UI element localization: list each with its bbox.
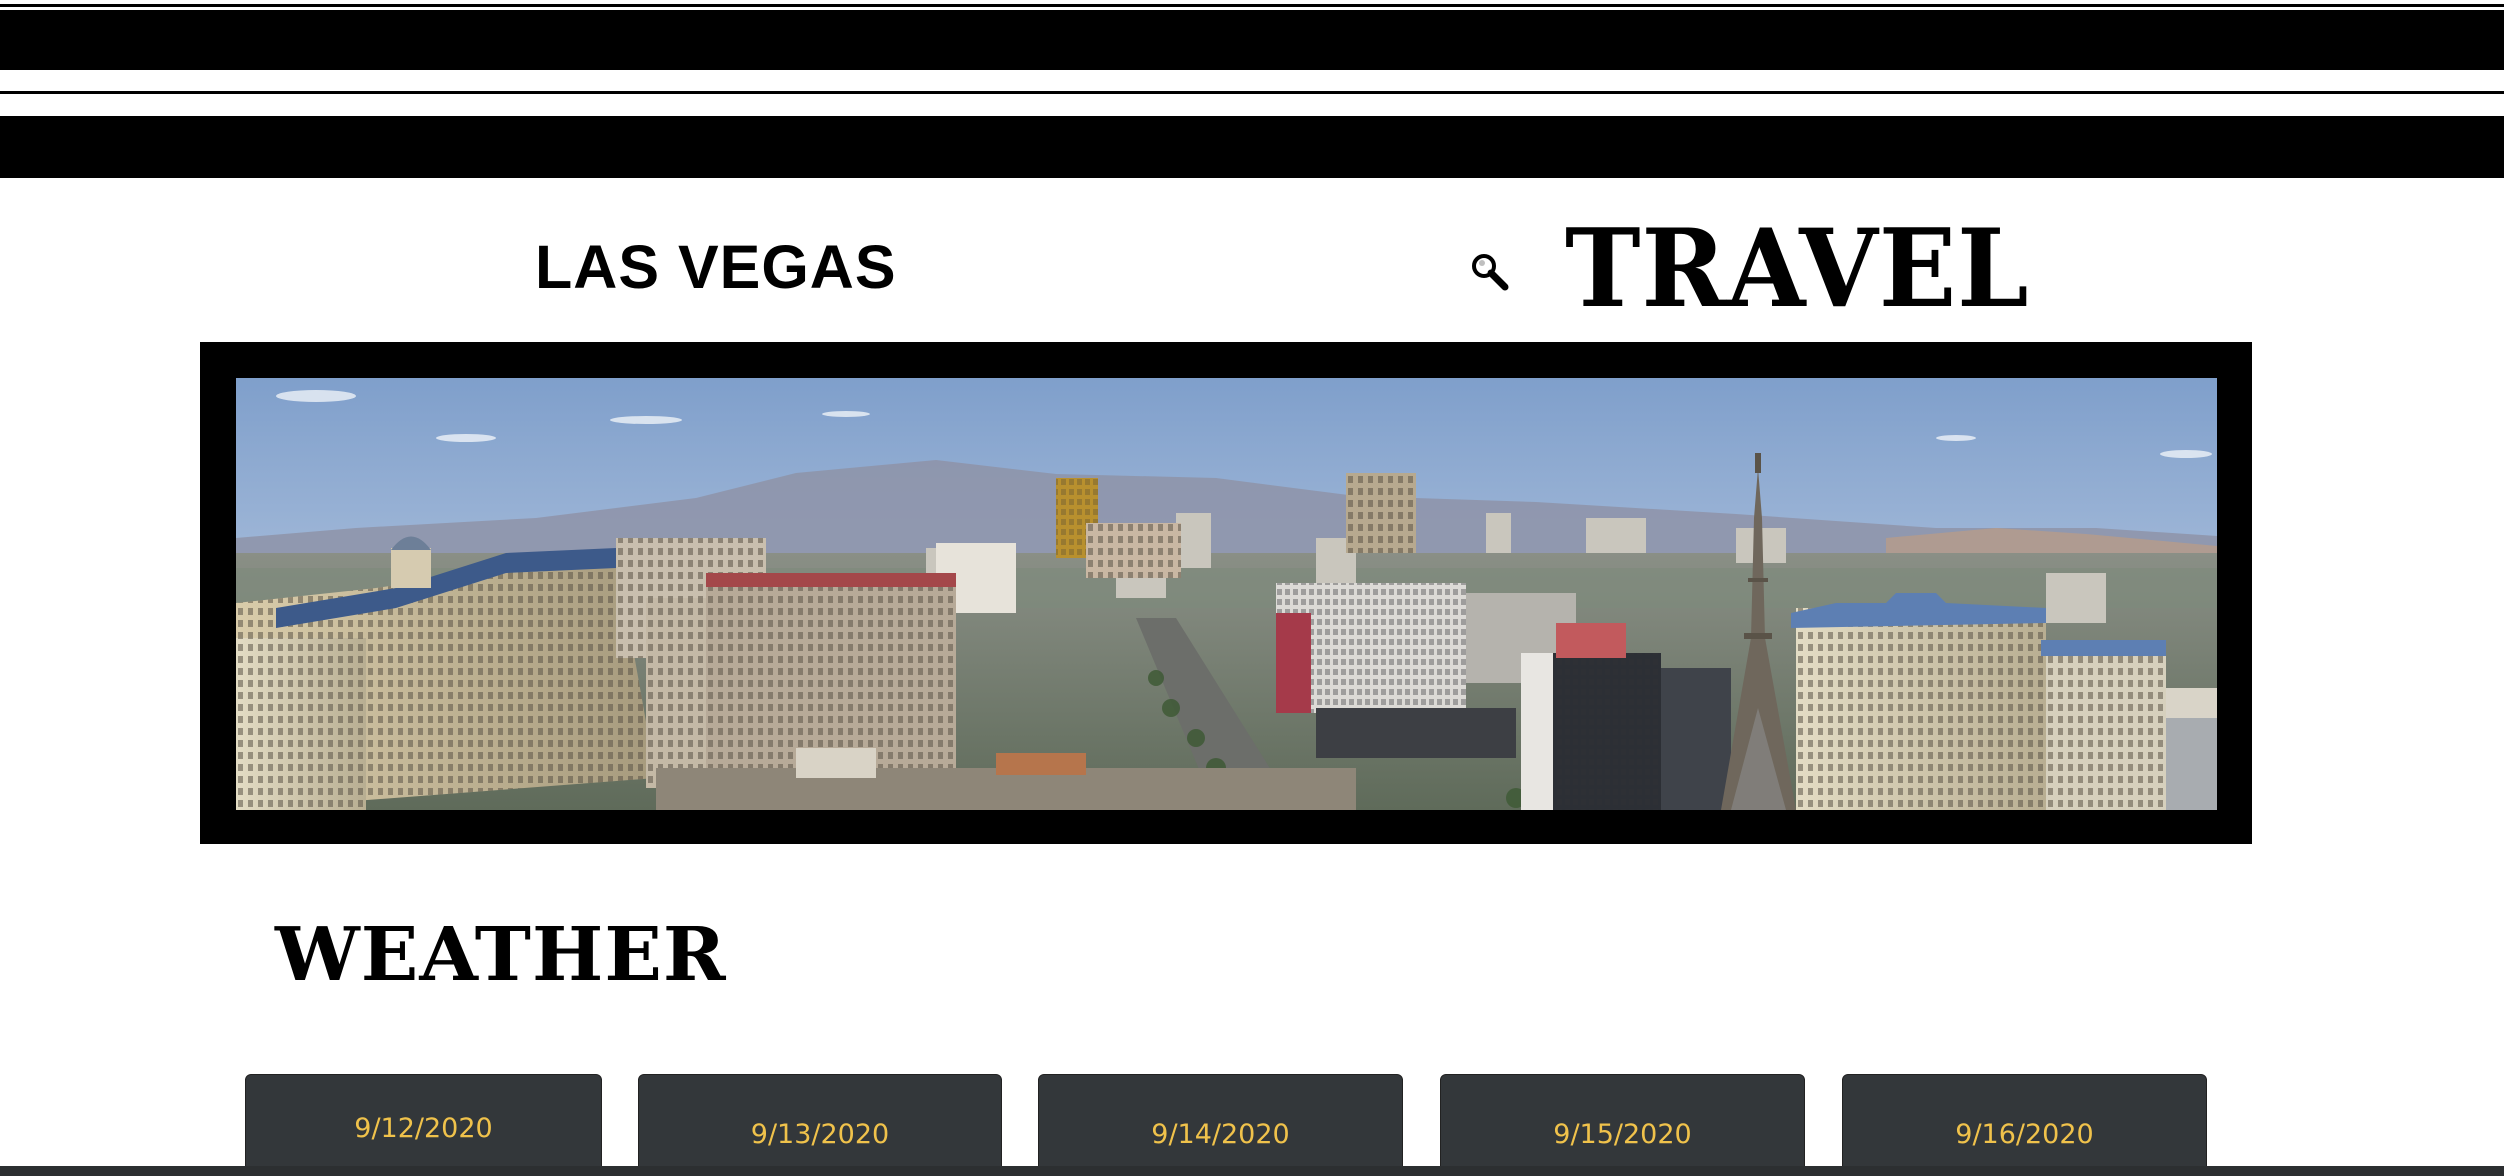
header-stripe [0,116,2504,178]
forecast-card[interactable]: 9/12/2020 [245,1074,602,1176]
forecast-card[interactable]: 9/15/2020 [1440,1074,1805,1176]
header-stripe [0,91,2504,94]
forecast-date: 9/14/2020 [1151,1119,1290,1150]
forecast-card[interactable]: 9/16/2020 [1842,1074,2207,1176]
forecast-date: 9/13/2020 [750,1119,890,1150]
city-title: LAS VEGAS [535,233,897,301]
magnifier-icon [1472,254,1509,291]
forecast-card[interactable]: 9/13/2020 [638,1074,1002,1176]
bottom-bar [0,1166,2504,1176]
header-stripe [0,10,2504,70]
forecast-date: 9/12/2020 [354,1113,493,1144]
hero-frame [200,342,2252,844]
hero-image [236,378,2217,810]
header-stripe [0,4,2504,7]
forecast-date: 9/15/2020 [1553,1119,1692,1150]
page: LAS VEGAS TRAVEL WEATHER 9/12/2020 9/13/… [0,0,2504,1176]
brand-title: TRAVEL [1565,206,2030,332]
forecast-date: 9/16/2020 [1955,1119,2094,1150]
forecast-cards: 9/12/2020 9/13/2020 9/14/2020 9/15/2020 … [0,1074,2504,1176]
search-button[interactable] [1468,250,1512,294]
weather-title: WEATHER [275,912,727,998]
forecast-card[interactable]: 9/14/2020 [1038,1074,1403,1176]
